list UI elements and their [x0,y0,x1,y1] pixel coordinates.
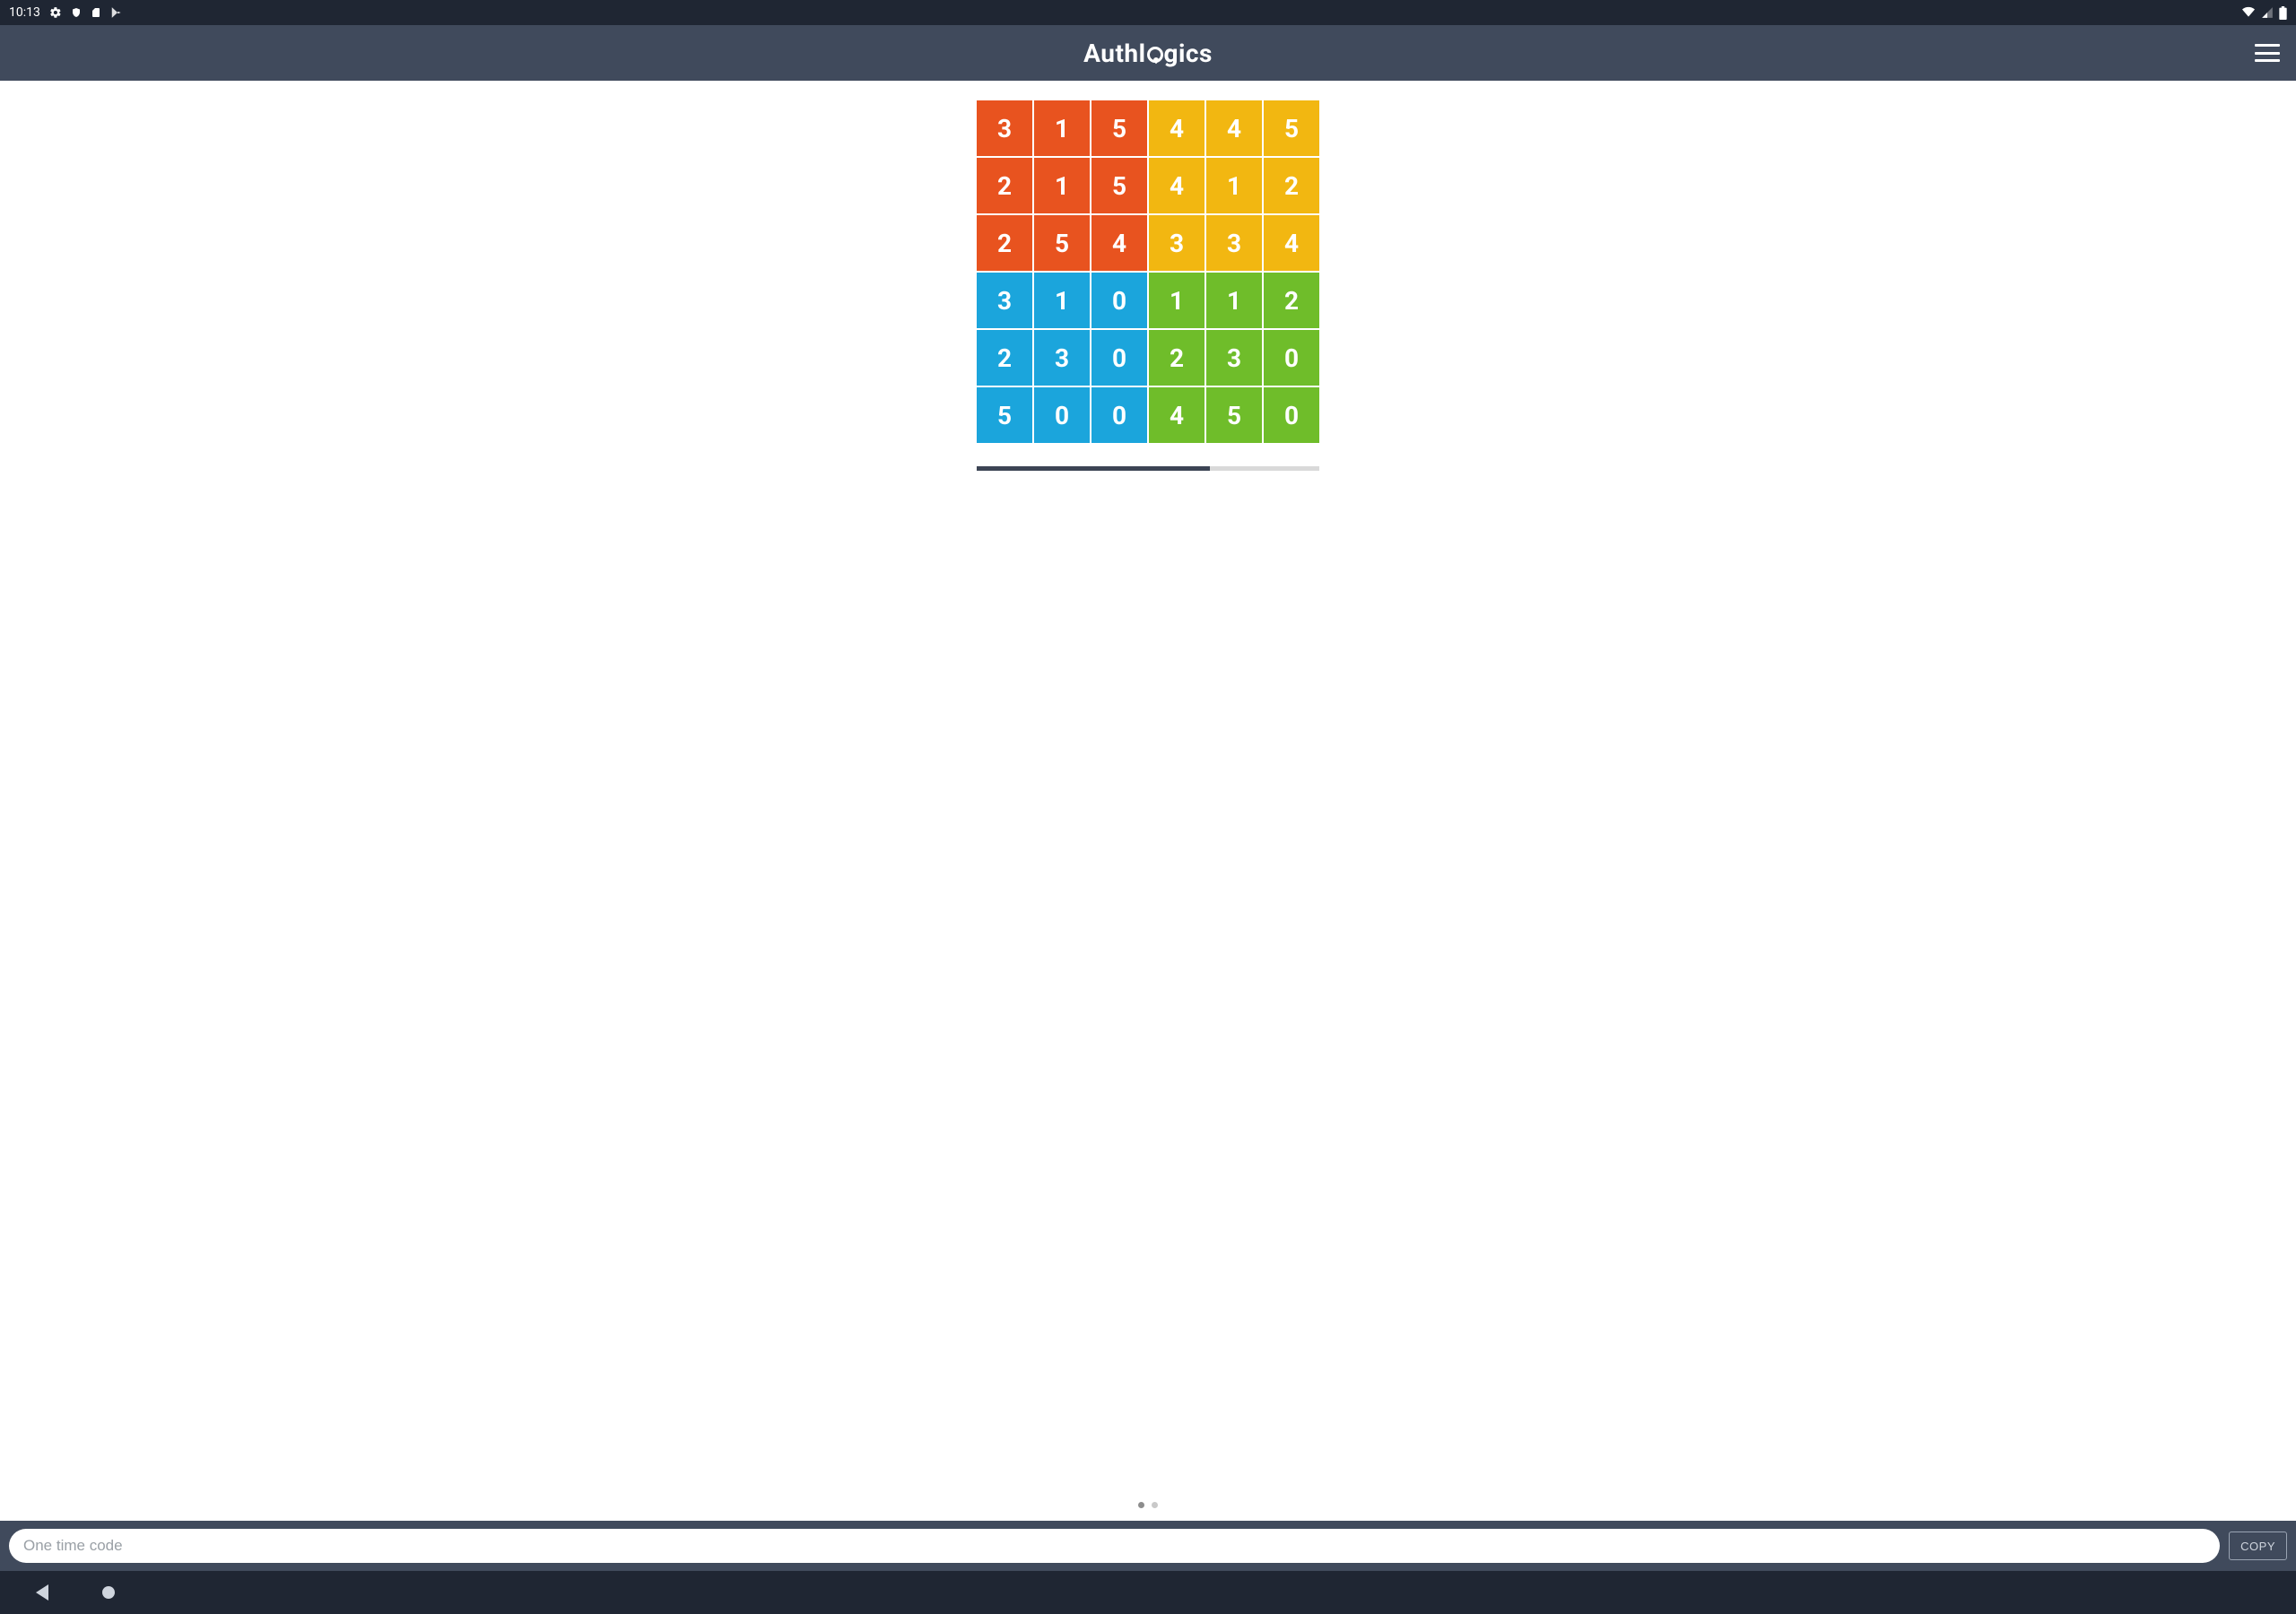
grid-cell[interactable]: 3 [1149,215,1205,271]
grid-cell[interactable]: 2 [1149,330,1205,386]
grid-cell[interactable]: 0 [1034,387,1090,443]
brand-suffix: gics [1164,39,1213,68]
grid-cell[interactable]: 5 [1264,100,1319,156]
grid-cell[interactable]: 1 [1034,158,1090,213]
grid-cell[interactable]: 3 [977,273,1032,328]
grid-cell[interactable]: 0 [1264,387,1319,443]
grid-cell[interactable]: 0 [1091,330,1147,386]
brand-logo: Authl gics [1083,39,1213,68]
status-clock: 10:13 [9,5,40,20]
countdown-progress-fill [977,466,1210,471]
nav-home-button[interactable] [102,1586,115,1599]
android-status-bar: 10:13 [0,0,2296,25]
grid-cell[interactable]: 2 [977,330,1032,386]
app-header: Authl gics [0,25,2296,81]
grid-cell[interactable]: 4 [1149,100,1205,156]
grid-cell[interactable]: 3 [1206,215,1262,271]
grid-cell[interactable]: 3 [1034,330,1090,386]
page-dot[interactable] [1138,1502,1144,1508]
grid-cell[interactable]: 5 [1034,215,1090,271]
grid-cell[interactable]: 5 [1206,387,1262,443]
grid-cell[interactable]: 1 [1206,273,1262,328]
shield-icon [71,6,82,19]
grid-cell[interactable]: 5 [977,387,1032,443]
sd-card-icon [91,6,101,19]
grid-cell[interactable]: 0 [1091,387,1147,443]
play-store-icon [110,6,123,19]
grid-cell[interactable]: 1 [1034,273,1090,328]
brand-prefix: Authl [1083,39,1145,68]
grid-cell[interactable]: 1 [1149,273,1205,328]
grid-cell[interactable]: 1 [1034,100,1090,156]
grid-cell[interactable]: 2 [977,158,1032,213]
page-dot[interactable] [1152,1502,1158,1508]
grid-cell[interactable]: 0 [1091,273,1147,328]
main-content: 315445215412254334310112230230500450 [0,81,2296,1521]
grid-cell[interactable]: 3 [1206,330,1262,386]
otc-bar: COPY [0,1521,2296,1571]
grid-cell[interactable]: 4 [1149,158,1205,213]
grid-cell[interactable]: 5 [1091,158,1147,213]
nav-back-button[interactable] [36,1584,48,1601]
grid-cell[interactable]: 4 [1091,215,1147,271]
wifi-icon [2241,6,2256,19]
brand-o-glyph-icon [1147,47,1163,63]
grid-cell[interactable]: 2 [1264,273,1319,328]
grid-cell[interactable]: 3 [977,100,1032,156]
countdown-progress [977,466,1319,471]
grid-cell[interactable]: 4 [1206,100,1262,156]
otc-input[interactable] [9,1529,2220,1563]
cell-signal-icon [2261,6,2274,19]
status-left: 10:13 [9,5,123,20]
android-nav-bar [0,1571,2296,1614]
grid-cell[interactable]: 4 [1264,215,1319,271]
gear-icon [49,6,62,19]
page-indicator[interactable] [1138,1475,1158,1521]
grid-cell[interactable]: 2 [1264,158,1319,213]
grid-cell[interactable]: 4 [1149,387,1205,443]
grid-cell[interactable]: 1 [1206,158,1262,213]
grid-cell[interactable]: 0 [1264,330,1319,386]
status-right [2241,6,2287,20]
menu-button[interactable] [2255,44,2280,62]
pin-grid[interactable]: 315445215412254334310112230230500450 [977,100,1319,443]
battery-icon [2279,6,2287,20]
grid-cell[interactable]: 5 [1091,100,1147,156]
grid-cell[interactable]: 2 [977,215,1032,271]
copy-button[interactable]: COPY [2229,1532,2287,1560]
